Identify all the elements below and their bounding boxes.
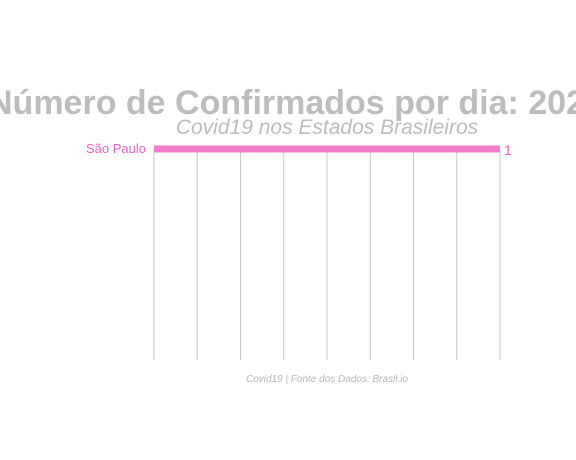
bar xyxy=(154,145,500,153)
chart: São Paulo 1 Número de Confirmados por dia… xyxy=(0,84,576,385)
value-label: 1 xyxy=(504,142,512,158)
chart-subtitle: Covid19 nos Estados Brasileiros xyxy=(176,116,479,139)
category-label: São Paulo xyxy=(86,141,146,156)
bars: São Paulo 1 xyxy=(86,141,512,158)
grid-lines xyxy=(153,148,501,360)
chart-caption: Covid19 | Fonte dos Dados: Brasil.io xyxy=(246,374,409,385)
